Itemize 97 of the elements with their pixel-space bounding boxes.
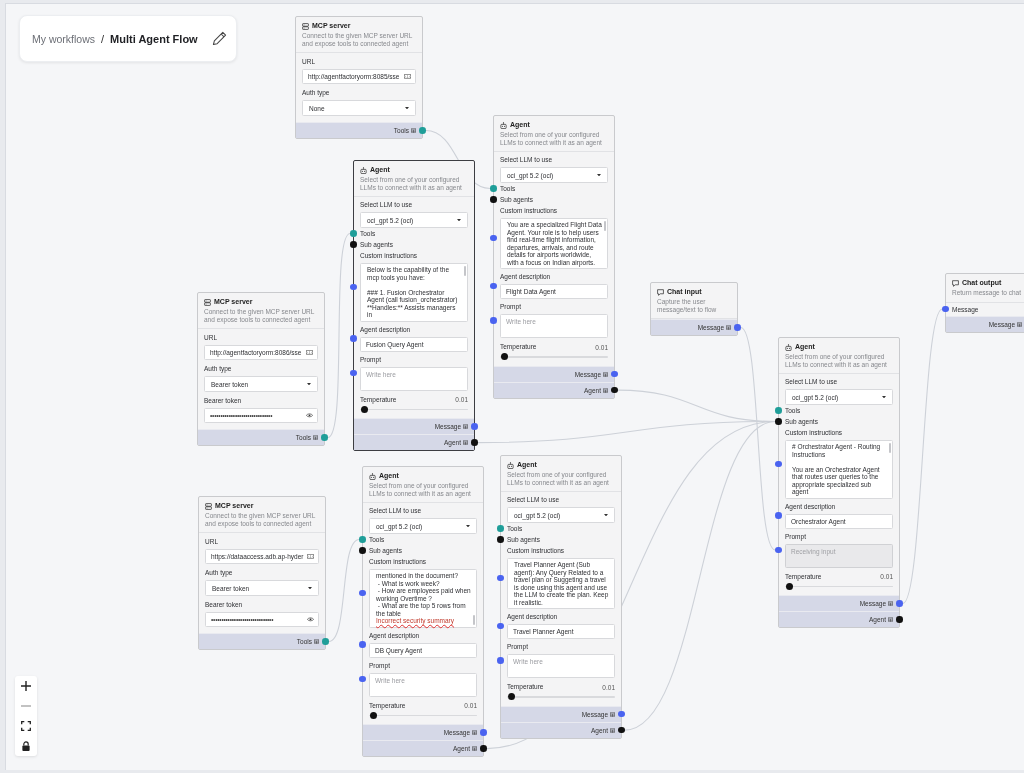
connection-handle[interactable] [350, 369, 357, 377]
connection-handle[interactable] [775, 512, 782, 519]
connection-handle[interactable] [490, 185, 497, 192]
connection-handle[interactable] [611, 370, 618, 378]
connection-handle[interactable] [618, 726, 625, 734]
caret-icon [405, 106, 409, 110]
caret-icon [882, 395, 886, 399]
robot-icon [507, 461, 514, 469]
robot-icon [360, 166, 367, 174]
connection-handle[interactable] [611, 386, 618, 394]
connection-handle[interactable] [896, 616, 903, 623]
connection-handle[interactable] [490, 196, 497, 203]
grid-icon [463, 424, 468, 430]
grid-icon [726, 325, 731, 330]
scrollbar[interactable] [464, 266, 466, 276]
agent-node[interactable] [353, 160, 475, 452]
connection-handle[interactable] [359, 589, 366, 596]
connection-handle[interactable] [490, 282, 497, 290]
grid-icon [411, 128, 416, 133]
scrollbar[interactable] [604, 221, 606, 231]
eye-icon [306, 413, 313, 418]
connection-handle[interactable] [471, 423, 478, 430]
grid-icon [888, 601, 893, 607]
edit-button[interactable] [211, 31, 227, 46]
connection-handle[interactable] [359, 547, 366, 554]
grid-icon [472, 730, 477, 736]
server-icon [204, 298, 211, 306]
connection-handle[interactable] [350, 230, 357, 237]
server-icon [302, 22, 309, 30]
robot-icon [500, 121, 507, 129]
chat-bubble-icon [657, 288, 664, 296]
connection-handle[interactable] [775, 407, 782, 414]
connection-handle[interactable] [490, 234, 497, 242]
scrollbar[interactable] [473, 614, 475, 625]
ticket-icon [306, 350, 313, 355]
connection-handle[interactable] [497, 536, 504, 543]
ticket-icon [404, 74, 411, 79]
connection-handle[interactable] [497, 574, 504, 582]
grid-icon [472, 746, 477, 752]
grid-icon [463, 440, 468, 446]
connection-handle[interactable] [775, 460, 782, 467]
connection-handle[interactable] [350, 283, 357, 290]
connection-handle[interactable] [359, 675, 366, 683]
breadcrumb-separator: / [101, 32, 105, 45]
grid-icon [314, 639, 319, 644]
slider-thumb[interactable] [501, 353, 508, 361]
grid-icon [313, 435, 318, 440]
connection-handle[interactable] [480, 745, 487, 752]
scrollbar[interactable] [889, 443, 891, 453]
caret-icon [307, 382, 311, 386]
eye-icon [307, 617, 314, 622]
connection-handle[interactable] [497, 525, 504, 532]
caret-icon [457, 218, 461, 222]
caret-icon [597, 173, 601, 177]
corners-icon [21, 721, 31, 731]
slider-thumb[interactable] [786, 582, 793, 590]
connection-handle[interactable] [322, 638, 329, 645]
slider-thumb[interactable] [361, 405, 368, 413]
workflow-title: Multi Agent Flow [110, 32, 198, 45]
connection-handle[interactable] [359, 536, 366, 543]
plus-icon [21, 681, 31, 691]
connection-handle[interactable] [321, 434, 328, 441]
grid-icon [1017, 321, 1022, 327]
grid-icon [888, 617, 893, 623]
connection-handle[interactable] [775, 546, 782, 554]
ticket-icon [307, 554, 314, 559]
connection-handle[interactable] [480, 729, 487, 736]
grid-icon [603, 387, 608, 393]
caret-icon [308, 586, 312, 590]
connection-handle[interactable] [734, 324, 741, 331]
connection-handle[interactable] [350, 335, 357, 342]
connection-handle[interactable] [419, 127, 426, 134]
chat-bubble-icon [952, 279, 959, 287]
connection-handle[interactable] [618, 710, 625, 718]
caret-icon [466, 524, 470, 528]
grid-icon [610, 711, 615, 717]
server-icon [205, 502, 212, 510]
connection-handle[interactable] [350, 241, 357, 248]
slider-thumb[interactable] [370, 711, 377, 719]
connection-handle[interactable] [497, 622, 504, 630]
connection-handle[interactable] [471, 439, 478, 446]
connection-handle[interactable] [359, 641, 366, 648]
connection-handle[interactable] [896, 600, 903, 607]
connection-handle[interactable] [490, 317, 497, 324]
connection-handle[interactable] [942, 305, 949, 313]
connection-handle[interactable] [775, 418, 782, 425]
grid-icon [610, 727, 615, 733]
minus-icon [21, 705, 31, 707]
lock-icon [21, 741, 31, 751]
pencil-icon [211, 31, 227, 46]
robot-icon [785, 343, 792, 351]
caret-icon [604, 513, 608, 517]
robot-icon [369, 472, 376, 480]
connection-handle[interactable] [497, 657, 504, 664]
grid-icon [603, 371, 608, 377]
breadcrumb-link[interactable]: My workflows [32, 32, 95, 45]
slider-thumb[interactable] [508, 693, 515, 701]
